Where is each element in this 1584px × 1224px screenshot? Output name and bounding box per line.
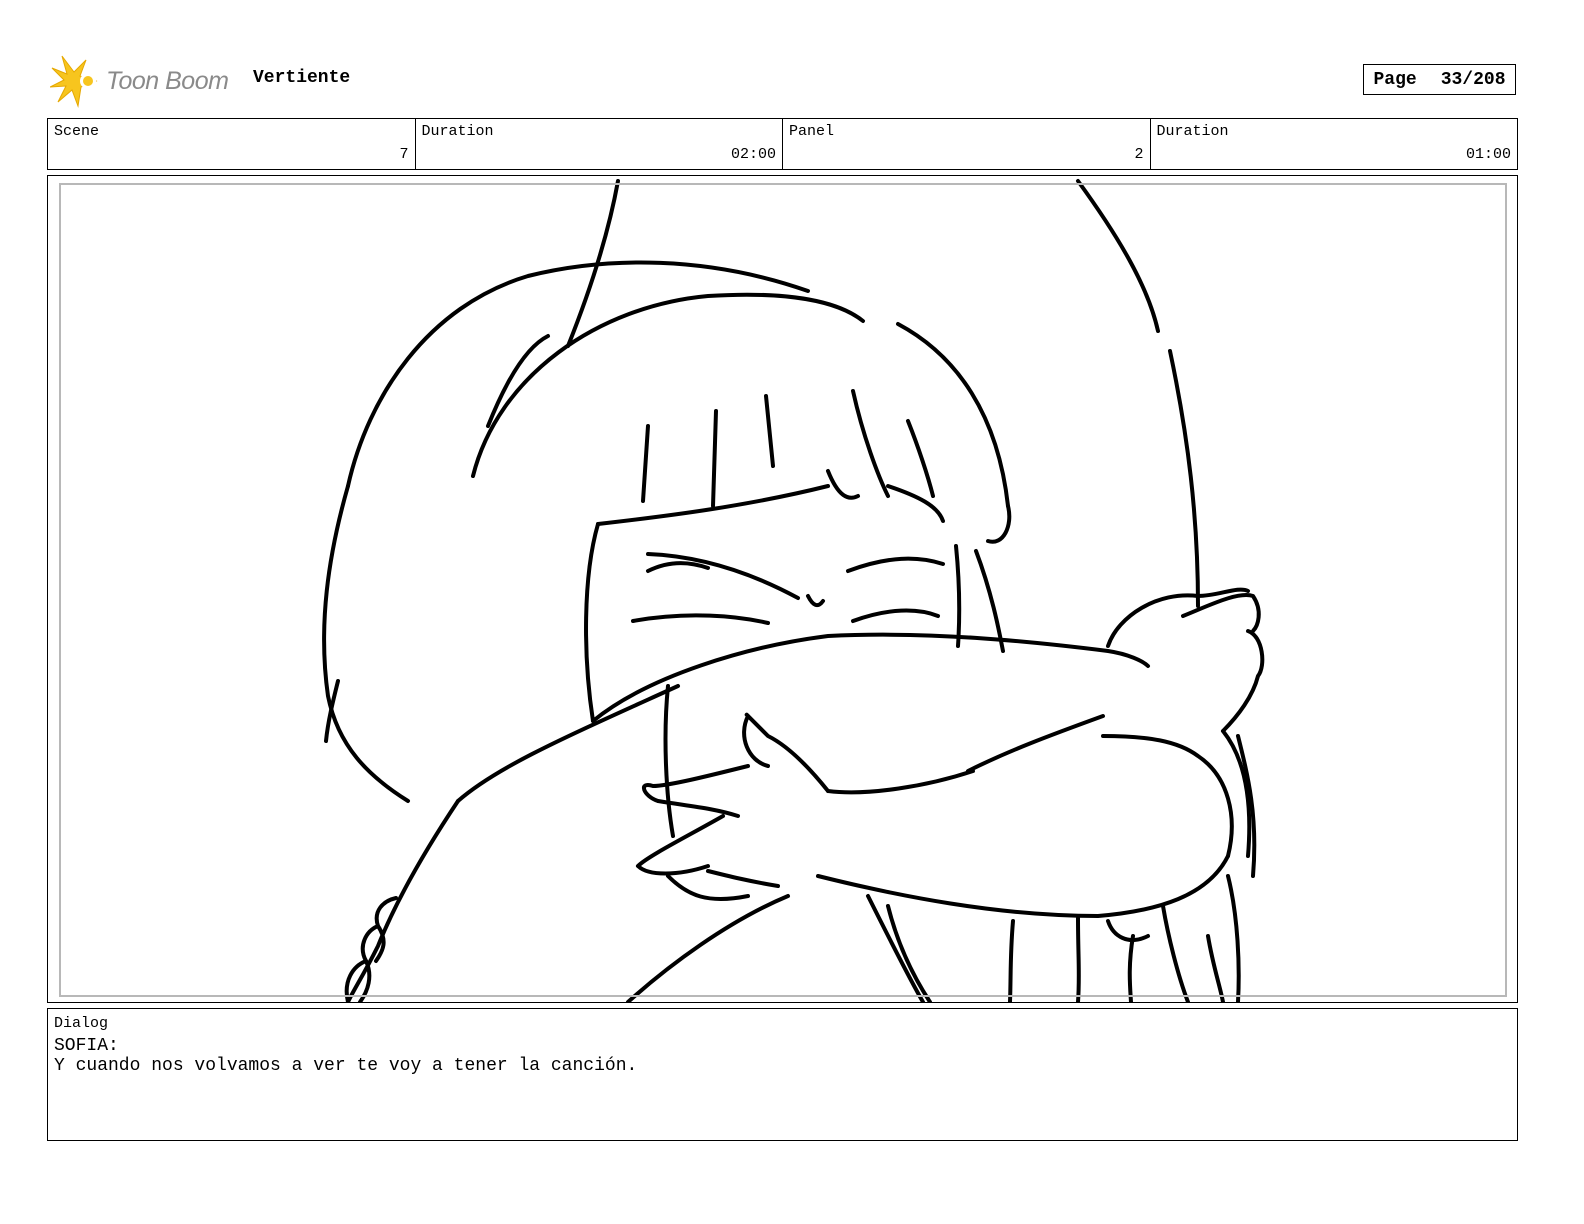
scene-duration-label: Duration (421, 123, 494, 140)
dialog-label: Dialog (54, 1015, 109, 1032)
scene-value: 7 (399, 146, 409, 163)
project-title: Vertiente (253, 68, 351, 88)
dialog-speaker: SOFIA: (54, 1036, 119, 1056)
dialog-line: Y cuando nos volvamos a ver te voy a ten… (54, 1056, 638, 1076)
panel-info-row: Scene 7 Duration 02:00 Panel 2 Duration … (47, 118, 1518, 170)
logo-text: Toon Boom (106, 66, 229, 95)
dialog-box: Dialog SOFIA: Y cuando nos volvamos a ve… (47, 1008, 1518, 1141)
toon-boom-logo: Toon Boom (50, 54, 240, 108)
panel-duration-cell: Duration 01:00 (1151, 119, 1518, 169)
panel-label: Panel (789, 123, 835, 140)
panel-duration-label: Duration (1156, 123, 1229, 140)
toon-boom-star-icon (50, 55, 98, 108)
panel-value: 2 (1134, 146, 1144, 163)
scene-duration-value: 02:00 (730, 146, 776, 163)
scene-label: Scene (54, 123, 100, 140)
panel-cell: Panel 2 (783, 119, 1151, 169)
panel-duration-value: 01:00 (1465, 146, 1511, 163)
scene-duration-cell: Duration 02:00 (416, 119, 783, 169)
safe-area-frame (59, 183, 1507, 997)
scene-cell: Scene 7 (48, 119, 416, 169)
storyboard-panel (47, 175, 1518, 1003)
page-indicator: Page 33/208 (1363, 64, 1516, 95)
page-number: 33/208 (1440, 69, 1506, 90)
dialog-text: SOFIA: Y cuando nos volvamos a ver te vo… (54, 1036, 637, 1076)
page-label: Page (1373, 69, 1417, 90)
